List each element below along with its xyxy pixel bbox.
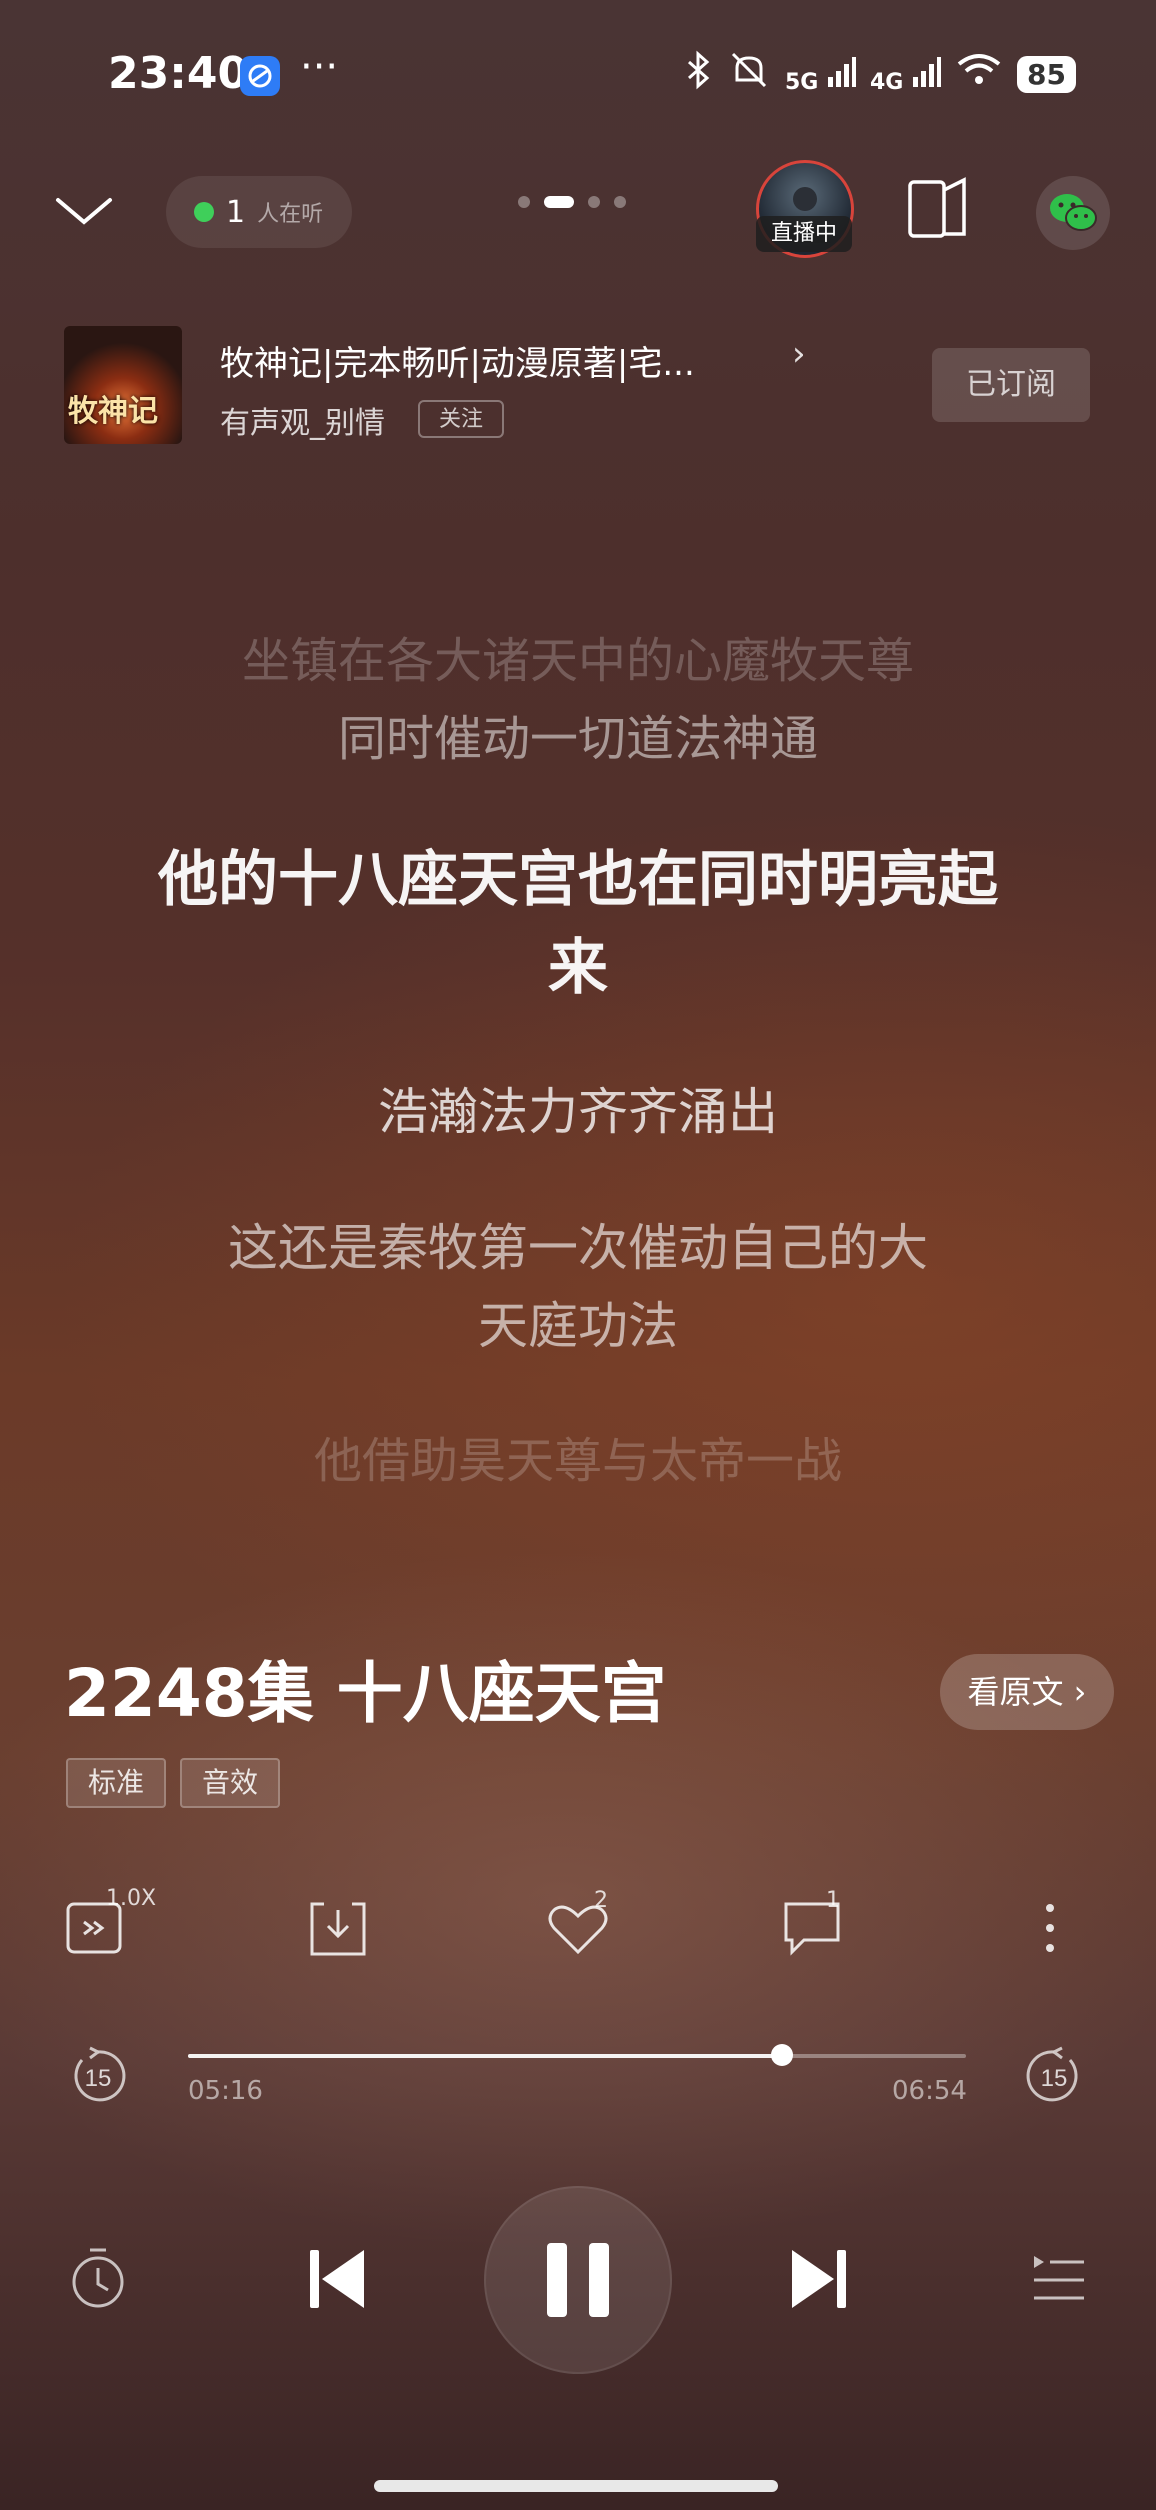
online-dot bbox=[194, 202, 214, 222]
chevron-right-icon[interactable]: › bbox=[792, 334, 806, 374]
page-dot-active bbox=[544, 196, 574, 208]
playlist-button[interactable] bbox=[1030, 2252, 1086, 2308]
status-bar: 23:40 ··· 5G 4G 85 bbox=[0, 0, 1156, 150]
status-time: 23:40 bbox=[108, 48, 249, 99]
comment-button[interactable]: 1 bbox=[780, 1888, 844, 1960]
page-dot bbox=[588, 196, 600, 208]
like-button[interactable]: 2 bbox=[546, 1888, 610, 1960]
previous-icon bbox=[310, 2250, 364, 2308]
speed-value: 1.0X bbox=[106, 1886, 157, 1911]
lyric-line[interactable]: 这还是秦牧第一次催动自己的大 bbox=[0, 1208, 1156, 1288]
episode-title: 2248集 十八座天宫 bbox=[64, 1655, 667, 1732]
like-count: 2 bbox=[594, 1888, 608, 1913]
download-icon bbox=[310, 1902, 366, 1956]
pause-button[interactable] bbox=[484, 2186, 672, 2374]
home-indicator[interactable] bbox=[374, 2480, 778, 2492]
lyric-current-line[interactable]: 来 bbox=[0, 924, 1156, 1012]
status-icons: 5G 4G 85 bbox=[683, 50, 1076, 99]
skip-back-15-button[interactable]: 15 bbox=[68, 2046, 128, 2106]
tag-standard[interactable]: 标准 bbox=[66, 1758, 167, 1808]
mute-icon bbox=[727, 50, 771, 99]
lyric-line[interactable]: 浩瀚法力齐齐涌出 bbox=[0, 1072, 1156, 1152]
page-dot bbox=[614, 196, 626, 208]
listeners-count: 1 bbox=[226, 194, 246, 230]
page-indicator bbox=[518, 196, 626, 208]
lyric-line[interactable]: 坐镇在各大诸天中的心魔牧天尊 bbox=[0, 622, 1156, 700]
follow-button[interactable]: 关注 bbox=[418, 400, 504, 438]
signal-5g-icon: 5G bbox=[785, 55, 856, 95]
bluetooth-icon bbox=[683, 50, 713, 99]
listeners-label: 人在听 bbox=[257, 202, 324, 227]
notification-more-icon: ··· bbox=[300, 44, 339, 90]
lyric-line[interactable]: 天庭功法 bbox=[0, 1286, 1156, 1366]
live-status-badge: 直播中 bbox=[756, 216, 852, 252]
app-browser-icon bbox=[240, 56, 280, 96]
elapsed-time: 05:16 bbox=[188, 2076, 263, 2106]
pause-icon bbox=[547, 2243, 609, 2317]
wechat-icon bbox=[1050, 194, 1097, 231]
skip-forward-15-button[interactable]: 15 bbox=[1024, 2046, 1084, 2106]
more-vertical-icon bbox=[1046, 1904, 1054, 1952]
rewind-15-icon: 15 bbox=[74, 2046, 126, 2102]
view-original-button[interactable]: 看原文 › bbox=[940, 1654, 1114, 1730]
lyric-line[interactable]: 同时催动一切道法神通 bbox=[0, 700, 1156, 778]
device-switch-icon[interactable] bbox=[906, 176, 970, 242]
forward-15-icon: 15 bbox=[1026, 2046, 1078, 2102]
next-episode-button[interactable] bbox=[788, 2246, 850, 2312]
playlist-icon bbox=[1034, 2256, 1084, 2300]
lyric-line[interactable]: 他借助昊天尊与太帝一战 bbox=[0, 1422, 1156, 1500]
listeners-pill[interactable]: 1 人在听 bbox=[166, 176, 352, 248]
previous-episode-button[interactable] bbox=[306, 2246, 368, 2312]
comment-count: 1 bbox=[826, 1888, 840, 1913]
sleep-timer-button[interactable] bbox=[66, 2244, 130, 2314]
download-button[interactable] bbox=[306, 1896, 370, 1960]
skip-back-value: 15 bbox=[85, 2065, 112, 2092]
skip-forward-value: 15 bbox=[1041, 2065, 1068, 2092]
progress-fill bbox=[188, 2054, 782, 2058]
album-cover-text: 牧神记 bbox=[68, 394, 158, 429]
battery-icon: 85 bbox=[1017, 56, 1076, 93]
author-name[interactable]: 有声观_别情 bbox=[220, 398, 385, 442]
playback-speed-button[interactable]: 1.0X bbox=[64, 1886, 156, 1960]
collapse-chevron-down-icon[interactable] bbox=[52, 180, 116, 244]
next-icon bbox=[792, 2250, 846, 2308]
wifi-icon bbox=[955, 52, 1003, 97]
album-title[interactable]: 牧神记|完本畅听|动漫原著|宅... bbox=[220, 336, 695, 385]
total-time: 06:54 bbox=[892, 2076, 967, 2106]
album-cover[interactable]: 牧神记 bbox=[64, 326, 182, 444]
signal-4g-icon: 4G bbox=[870, 55, 942, 95]
tag-sound-effect[interactable]: 音效 bbox=[180, 1758, 281, 1808]
timer-icon bbox=[72, 2248, 124, 2308]
lyric-current-line[interactable]: 他的十八座天宫也在同时明亮起 bbox=[0, 836, 1156, 924]
page-dot bbox=[518, 196, 530, 208]
subscribed-button[interactable]: 已订阅 bbox=[932, 348, 1090, 422]
wechat-share-button[interactable] bbox=[1036, 176, 1110, 250]
more-options-button[interactable] bbox=[1030, 1896, 1094, 1960]
progress-thumb[interactable] bbox=[770, 2044, 793, 2066]
